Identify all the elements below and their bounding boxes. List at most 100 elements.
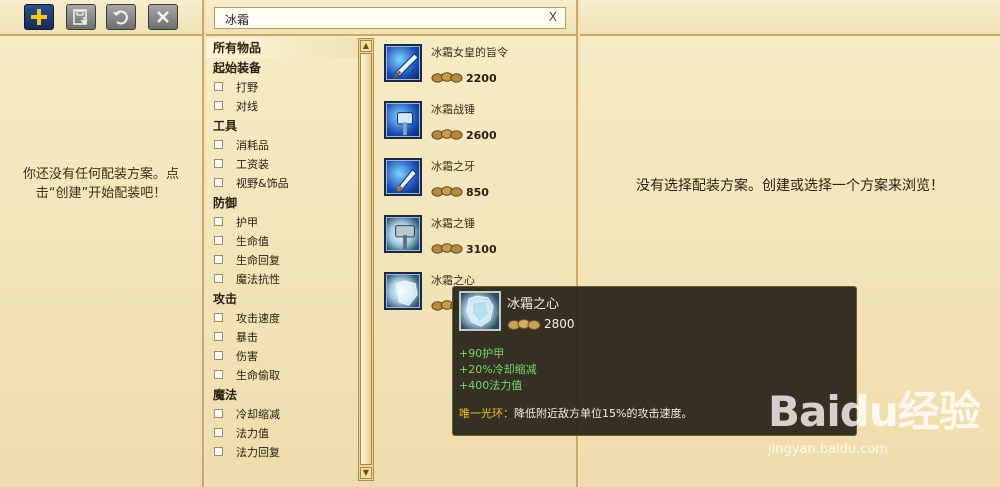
undo-icon [113, 10, 128, 25]
filter-checkbox[interactable] [214, 313, 223, 322]
tooltip-passive: 唯一光环：降低附近敌方单位15%的攻击速度。 [459, 405, 692, 421]
passive-label: 唯一光环： [459, 407, 514, 420]
filter-checkbox[interactable] [214, 217, 223, 226]
filter-label: 冷却缩减 [236, 408, 280, 421]
category-header[interactable]: 工具 [206, 116, 358, 136]
no-build-selected-message: 没有选择配装方案。创建或选择一个方案来浏览！ [636, 178, 944, 194]
category-filter-item[interactable]: 生命值 [206, 232, 358, 251]
filter-checkbox[interactable] [214, 178, 223, 187]
filter-checkbox[interactable] [214, 332, 223, 341]
category-header[interactable]: 所有物品 [206, 38, 358, 58]
filter-checkbox[interactable] [214, 236, 223, 245]
category-filter-item[interactable]: 攻击速度 [206, 309, 358, 328]
delete-build-button[interactable] [148, 4, 178, 30]
filter-label: 魔法抗性 [236, 273, 280, 286]
filter-checkbox[interactable] [214, 82, 223, 91]
filter-label: 生命回复 [236, 254, 280, 267]
filter-label: 消耗品 [236, 139, 269, 152]
filter-label: 伤害 [236, 350, 258, 363]
category-header[interactable]: 魔法 [206, 385, 358, 405]
filter-label: 法力值 [236, 427, 269, 440]
frozen-mallet-icon[interactable] [384, 101, 422, 139]
save-build-button[interactable] [66, 4, 96, 30]
filter-checkbox[interactable] [214, 159, 223, 168]
category-filter-item[interactable]: 视野&饰品 [206, 174, 358, 193]
category-filter-item[interactable]: 对线 [206, 97, 358, 116]
item-name: 冰霜战锤 [431, 103, 475, 116]
category-header[interactable]: 起始装备 [206, 58, 358, 78]
search-bar-area: X [206, 0, 576, 36]
category-filter-item[interactable]: 工资装 [206, 155, 358, 174]
gold-coins-icon [431, 129, 463, 140]
category-filter-item[interactable]: 法力回复 [206, 443, 358, 462]
filter-checkbox[interactable] [214, 255, 223, 264]
frostfang-icon[interactable] [384, 158, 422, 196]
category-header[interactable]: 防御 [206, 193, 358, 213]
scroll-down-arrow-icon[interactable]: ▼ [360, 467, 372, 479]
gold-coins-icon [507, 319, 541, 330]
save-icon [73, 9, 88, 25]
item-price: 2600 [466, 129, 497, 142]
tooltip-stat-armor: +90护甲 [459, 347, 505, 360]
scroll-up-arrow-icon[interactable]: ▲ [360, 40, 372, 52]
watermark: Baidu经验 jingyan.baidu.com [760, 378, 1000, 487]
category-filter-item[interactable]: 打野 [206, 78, 358, 97]
build-list-panel: 你还没有任何配装方案。点击“创建”开始配装吧！ [0, 0, 204, 487]
filter-checkbox[interactable] [214, 274, 223, 283]
frost-hammer-icon[interactable] [384, 215, 422, 253]
category-filter-item[interactable]: 法力值 [206, 424, 358, 443]
item-result-card[interactable]: 冰霜之牙 850 [380, 154, 570, 206]
item-result-card[interactable]: 冰霜女皇的旨令 2200 [380, 40, 570, 92]
build-toolbar [0, 0, 202, 36]
gold-coins-icon [431, 243, 463, 254]
undo-button[interactable] [106, 4, 136, 30]
category-filter-item[interactable]: 消耗品 [206, 136, 358, 155]
category-filter-list: 所有物品 起始装备打野对线工具消耗品工资装 视野&饰品 防御护甲生命值生命回复魔法抗性… [206, 38, 358, 487]
filter-label: 法力回复 [236, 446, 280, 459]
category-filter-item[interactable]: 魔法抗性 [206, 270, 358, 289]
filter-checkbox[interactable] [214, 409, 223, 418]
watermark-brand: Baidu经验 [768, 387, 981, 436]
category-filter-item[interactable]: 伤害 [206, 347, 358, 366]
category-filter-item[interactable]: 暴击 [206, 328, 358, 347]
item-name: 冰霜之牙 [431, 160, 475, 173]
search-input[interactable] [223, 9, 537, 29]
filter-checkbox[interactable] [214, 447, 223, 456]
filter-checkbox[interactable] [214, 370, 223, 379]
no-builds-message: 你还没有任何配装方案。点击“创建”开始配装吧！ [22, 167, 179, 201]
item-result-card[interactable]: 冰霜之锤 3100 [380, 211, 570, 263]
filter-checkbox[interactable] [214, 140, 223, 149]
item-result-card[interactable]: 冰霜战锤 2600 [380, 97, 570, 149]
filter-label: 打野 [236, 81, 258, 94]
filter-label: 对线 [236, 100, 258, 113]
item-price: 3100 [466, 243, 497, 256]
scroll-thumb[interactable] [360, 53, 372, 465]
tooltip-stat-cdr: +20%冷却缩减 [459, 363, 537, 376]
frozen-heart-icon[interactable] [384, 272, 422, 310]
detail-header [580, 0, 1000, 36]
create-build-button[interactable] [24, 4, 54, 30]
filter-label: 攻击速度 [236, 312, 280, 325]
gold-coins-icon [431, 186, 463, 197]
category-filter-item[interactable]: 生命回复 [206, 251, 358, 270]
category-filter-item[interactable]: 生命偷取 [206, 366, 358, 385]
filter-checkbox[interactable] [214, 428, 223, 437]
category-filter-item[interactable]: 冷却缩减 [206, 405, 358, 424]
category-scrollbar[interactable]: ▲ ▼ [358, 38, 374, 481]
passive-description: 降低附近敌方单位15%的攻击速度。 [514, 407, 693, 420]
item-name: 冰霜之锤 [431, 217, 475, 230]
filter-label: 护甲 [236, 216, 258, 229]
frost-queen-blade-icon[interactable] [384, 44, 422, 82]
filter-checkbox[interactable] [214, 351, 223, 360]
search-box: X [214, 7, 566, 29]
category-filter-item[interactable]: 护甲 [206, 213, 358, 232]
gold-coins-icon [431, 72, 463, 83]
tooltip-item-price: 2800 [544, 317, 575, 331]
filter-checkbox[interactable] [214, 101, 223, 110]
tooltip-item-name: 冰霜之心 [507, 297, 560, 312]
category-header[interactable]: 攻击 [206, 289, 358, 309]
plus-icon [31, 9, 47, 25]
clear-search-button[interactable]: X [549, 10, 557, 24]
filter-label: 暴击 [236, 331, 258, 344]
watermark-url: jingyan.baidu.com [768, 442, 888, 457]
